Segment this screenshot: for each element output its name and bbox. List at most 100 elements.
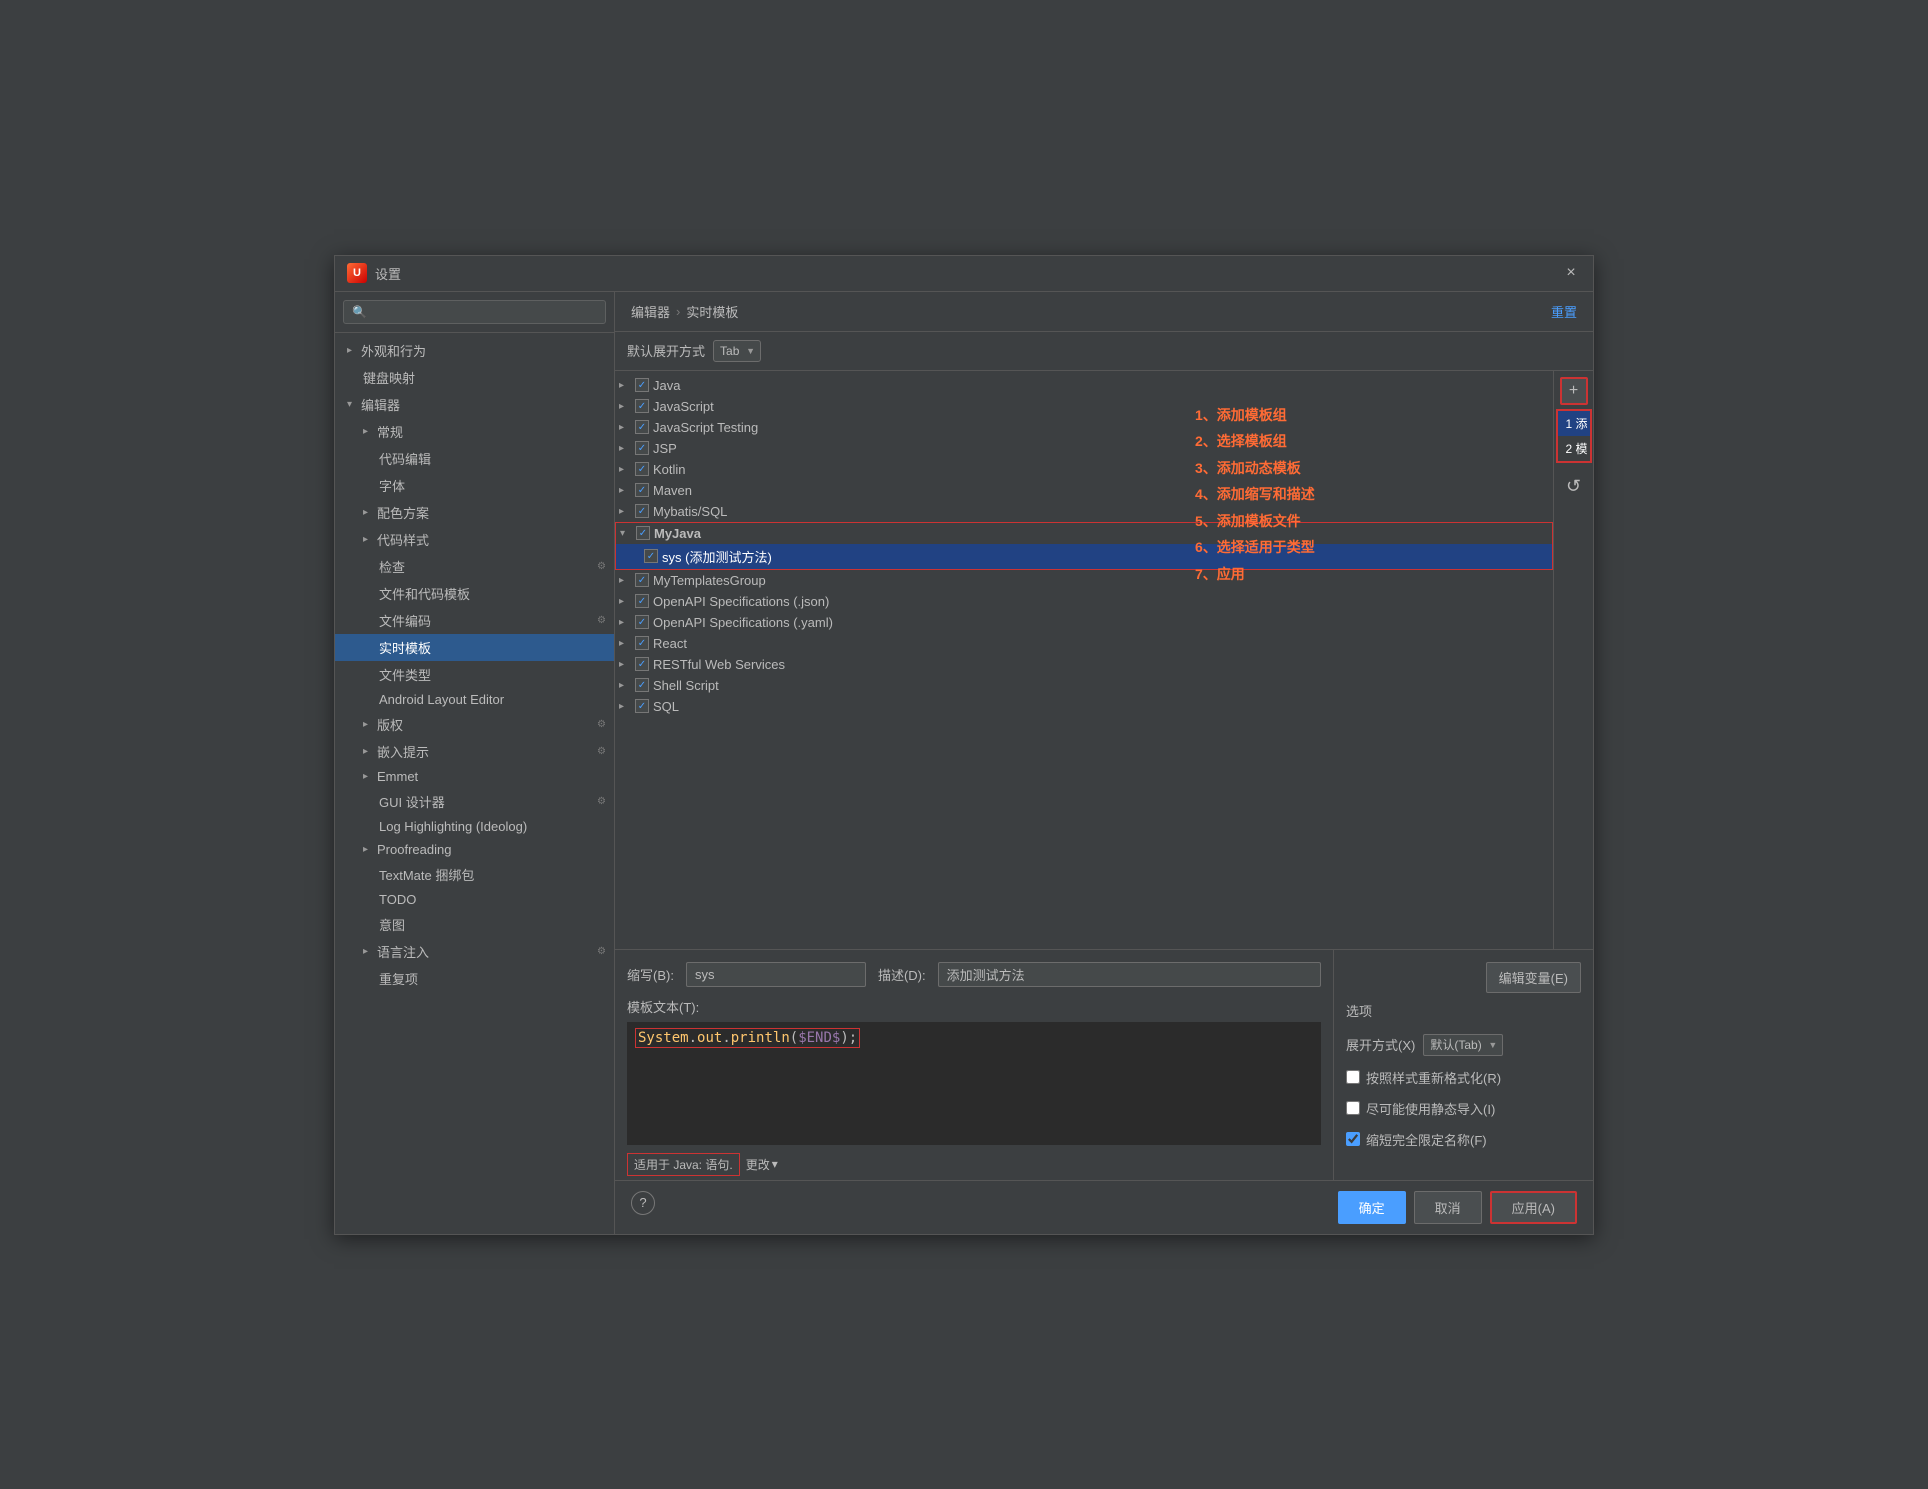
expand-icon: [619, 380, 631, 391]
template-group-header[interactable]: JSP: [615, 438, 1553, 459]
template-group-header[interactable]: JavaScript Testing: [615, 417, 1553, 438]
change-link[interactable]: 更改 ▾: [746, 1156, 778, 1173]
shorten-fqn-label: 缩短完全限定名称(F): [1366, 1130, 1487, 1149]
template-group-myjava[interactable]: MyJava sys (添加测试方法): [615, 522, 1553, 570]
sidebar-item-code-style[interactable]: ▸ 代码样式: [335, 526, 614, 553]
template-checkbox[interactable]: [635, 483, 649, 497]
template-group-header[interactable]: SQL: [615, 696, 1553, 717]
template-group-header[interactable]: Shell Script: [615, 675, 1553, 696]
template-checkbox[interactable]: [635, 657, 649, 671]
sidebar-item-editor[interactable]: ▾ 编辑器: [335, 391, 614, 418]
template-group-header[interactable]: Maven: [615, 480, 1553, 501]
template-checkbox[interactable]: [635, 678, 649, 692]
template-group-javascript[interactable]: JavaScript: [615, 396, 1553, 417]
template-checkbox[interactable]: [635, 420, 649, 434]
sidebar-item-proofreading[interactable]: ▸ Proofreading: [335, 838, 614, 861]
static-import-checkbox[interactable]: [1346, 1101, 1360, 1115]
template-checkbox[interactable]: [635, 636, 649, 650]
template-checkbox[interactable]: [635, 594, 649, 608]
sidebar-item-emmet[interactable]: ▸ Emmet: [335, 765, 614, 788]
add-template-group-option[interactable]: 1 添: [1558, 411, 1590, 436]
template-group-kotlin[interactable]: Kotlin: [615, 459, 1553, 480]
sidebar-item-general[interactable]: ▸ 常规: [335, 418, 614, 445]
sidebar-item-log-highlighting[interactable]: Log Highlighting (Ideolog): [335, 815, 614, 838]
expand-mode-select[interactable]: Tab: [713, 340, 761, 362]
sidebar-item-copyright[interactable]: ▸ 版权 ⚙: [335, 711, 614, 738]
desc-input[interactable]: [938, 962, 1321, 987]
sidebar-item-inlay-hints[interactable]: ▸ 嵌入提示 ⚙: [335, 738, 614, 765]
arrow-icon: ▾: [347, 399, 357, 410]
template-checkbox[interactable]: [644, 549, 658, 563]
sidebar-item-file-encoding[interactable]: 文件编码 ⚙: [335, 607, 614, 634]
template-group-header[interactable]: MyTemplatesGroup: [615, 570, 1553, 591]
sidebar-item-file-types[interactable]: 文件类型: [335, 661, 614, 688]
template-group-shell[interactable]: Shell Script: [615, 675, 1553, 696]
sidebar-item-intention[interactable]: 意图: [335, 911, 614, 938]
template-group-maven[interactable]: Maven: [615, 480, 1553, 501]
sidebar-item-inspections[interactable]: 检查 ⚙: [335, 553, 614, 580]
search-input[interactable]: [343, 300, 606, 324]
add-template-option[interactable]: 2 模: [1558, 436, 1590, 461]
sidebar-item-android-layout-editor[interactable]: Android Layout Editor: [335, 688, 614, 711]
template-checkbox[interactable]: [635, 378, 649, 392]
template-checkbox[interactable]: [635, 504, 649, 518]
template-checkbox[interactable]: [635, 441, 649, 455]
template-checkbox[interactable]: [635, 699, 649, 713]
template-checkbox[interactable]: [635, 462, 649, 476]
template-group-header[interactable]: Kotlin: [615, 459, 1553, 480]
sidebar-item-language-injections[interactable]: ▸ 语言注入 ⚙: [335, 938, 614, 965]
template-checkbox[interactable]: [635, 573, 649, 587]
template-checkbox[interactable]: [635, 399, 649, 413]
sidebar-item-label: 常规: [377, 422, 403, 441]
template-group-header[interactable]: JavaScript: [615, 396, 1553, 417]
expand-mode-select2[interactable]: 默认(Tab): [1423, 1034, 1503, 1056]
template-group-header[interactable]: RESTful Web Services: [615, 654, 1553, 675]
template-checkbox[interactable]: [636, 526, 650, 540]
template-group-jsp[interactable]: JSP: [615, 438, 1553, 459]
template-group-mybatis[interactable]: Mybatis/SQL: [615, 501, 1553, 522]
ok-button[interactable]: 确定: [1338, 1191, 1406, 1224]
dialog-footer: ? 确定 取消 应用(A): [615, 1180, 1593, 1234]
template-group-js-testing[interactable]: JavaScript Testing: [615, 417, 1553, 438]
undo-button[interactable]: ↺: [1560, 473, 1588, 501]
sidebar-item-todo[interactable]: TODO: [335, 888, 614, 911]
template-group-header[interactable]: Mybatis/SQL: [615, 501, 1553, 522]
close-button[interactable]: ×: [1561, 263, 1581, 283]
reformat-checkbox[interactable]: [1346, 1070, 1360, 1084]
sidebar-item-color-scheme[interactable]: ▸ 配色方案: [335, 499, 614, 526]
sidebar-item-label: Log Highlighting (Ideolog): [379, 819, 527, 834]
reset-button[interactable]: 重置: [1551, 302, 1577, 321]
template-group-my-templates[interactable]: MyTemplatesGroup: [615, 570, 1553, 591]
sidebar-item-gui-designer[interactable]: GUI 设计器 ⚙: [335, 788, 614, 815]
sidebar-item-live-templates[interactable]: 实时模板: [335, 634, 614, 661]
template-group-openapi-json[interactable]: OpenAPI Specifications (.json): [615, 591, 1553, 612]
template-text-area[interactable]: [627, 1022, 1321, 1142]
sidebar-item-keymap[interactable]: 键盘映射: [335, 364, 614, 391]
template-group-header[interactable]: Java: [615, 375, 1553, 396]
apply-button[interactable]: 应用(A): [1490, 1191, 1577, 1224]
template-group-react[interactable]: React: [615, 633, 1553, 654]
template-group-header[interactable]: OpenAPI Specifications (.json): [615, 591, 1553, 612]
template-item-sys[interactable]: sys (添加测试方法): [616, 544, 1552, 569]
template-group-header[interactable]: React: [615, 633, 1553, 654]
template-group-restful[interactable]: RESTful Web Services: [615, 654, 1553, 675]
template-group-sql[interactable]: SQL: [615, 696, 1553, 717]
sidebar-item-reset-items[interactable]: 重复项: [335, 965, 614, 992]
help-button[interactable]: ?: [631, 1191, 655, 1215]
template-group-java[interactable]: Java: [615, 375, 1553, 396]
template-checkbox[interactable]: [635, 615, 649, 629]
template-group-header[interactable]: OpenAPI Specifications (.yaml): [615, 612, 1553, 633]
sidebar-item-appearance[interactable]: ▸ 外观和行为: [335, 337, 614, 364]
add-button[interactable]: +: [1560, 377, 1588, 405]
sidebar-item-code-editing[interactable]: 代码编辑: [335, 445, 614, 472]
edit-variables-button[interactable]: 编辑变量(E): [1486, 962, 1581, 993]
sidebar-item-font[interactable]: 字体: [335, 472, 614, 499]
sidebar-item-textmate[interactable]: TextMate 捆绑包: [335, 861, 614, 888]
dialog-title: 设置: [375, 264, 401, 283]
shorten-fqn-checkbox[interactable]: [1346, 1132, 1360, 1146]
sidebar-item-file-code-templates[interactable]: 文件和代码模板: [335, 580, 614, 607]
cancel-button[interactable]: 取消: [1414, 1191, 1482, 1224]
template-group-header[interactable]: MyJava: [616, 523, 1552, 544]
template-group-openapi-yaml[interactable]: OpenAPI Specifications (.yaml): [615, 612, 1553, 633]
abbr-input[interactable]: [686, 962, 866, 987]
